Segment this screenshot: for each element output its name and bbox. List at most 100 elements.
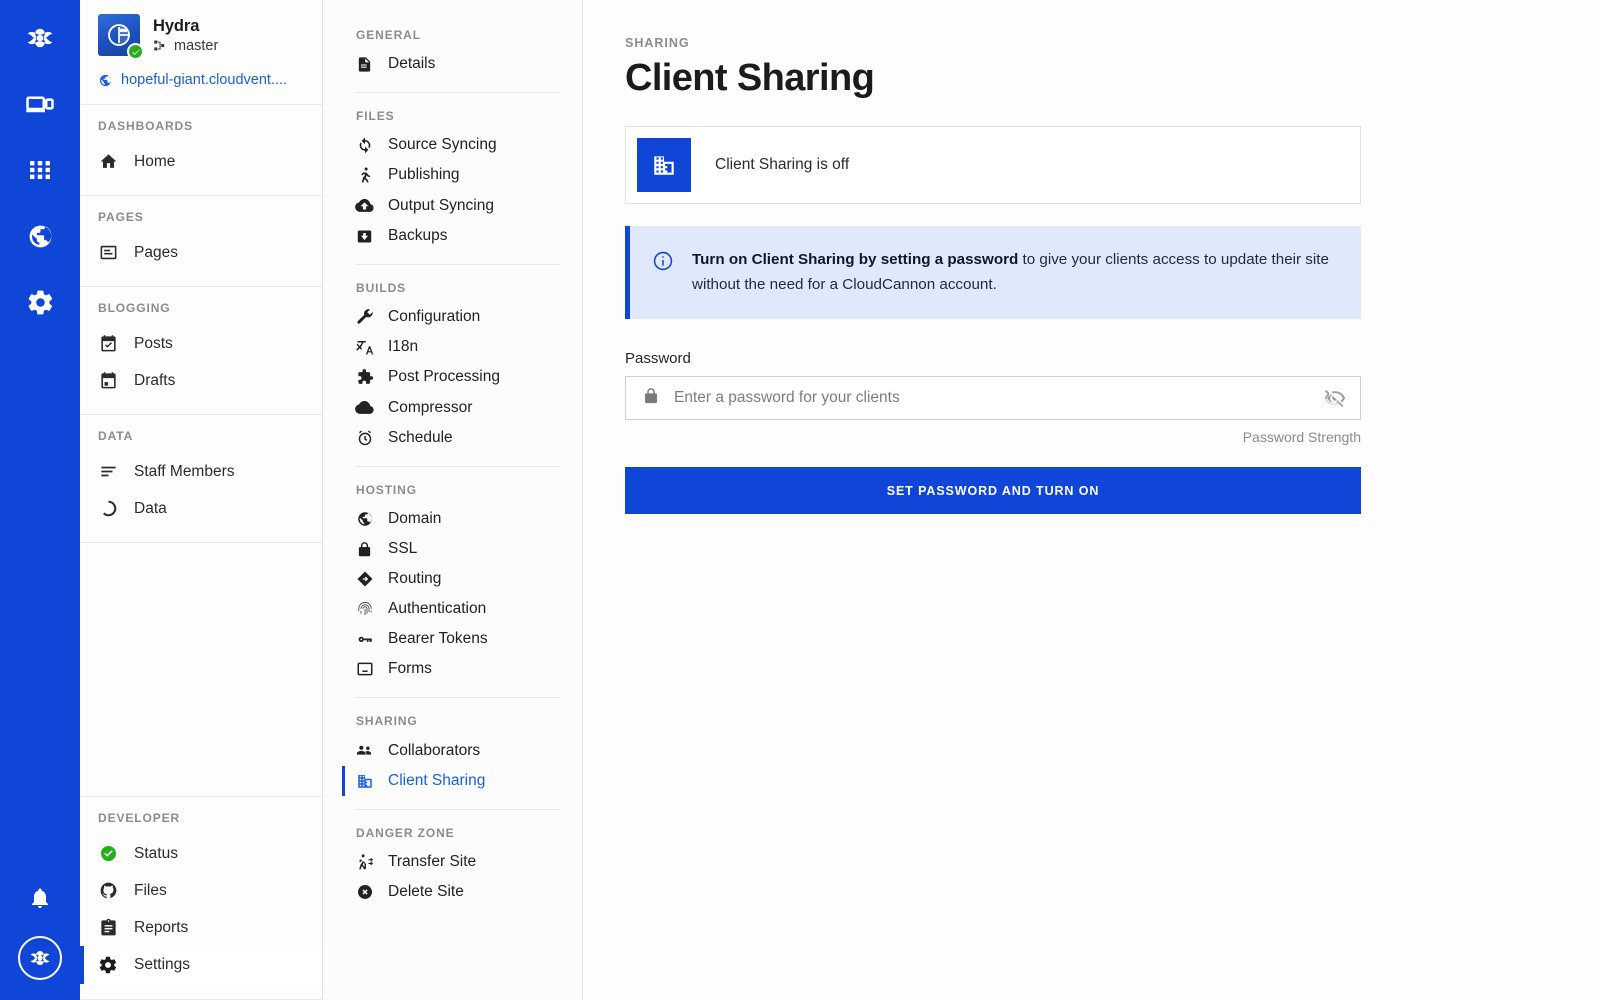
rail-bottom-group (16, 874, 64, 986)
building-icon (637, 138, 691, 192)
password-input-wrap[interactable] (625, 376, 1361, 421)
settings-item-label: Forms (388, 660, 432, 677)
sidebar-item-label: Pages (134, 243, 178, 261)
site-url-link[interactable]: hopeful-giant.cloudvent.... (98, 72, 304, 88)
settings-item-label: Transfer Site (388, 853, 477, 870)
people-icon (355, 741, 374, 760)
site-identity[interactable]: Hydra master (98, 14, 304, 60)
info-circle-icon (652, 248, 674, 297)
settings-item-source-syncing[interactable]: Source Syncing (342, 130, 560, 160)
main-content: SHARING Client Sharing Client Sharing is… (583, 0, 1600, 1000)
settings-item-schedule[interactable]: Schedule (342, 423, 560, 453)
sidebar-item-data[interactable]: Data (80, 490, 322, 527)
settings-item-label: Bearer Tokens (388, 630, 488, 647)
password-input[interactable] (674, 389, 1316, 408)
settings-item-publishing[interactable]: Publishing (342, 160, 560, 190)
building-icon (355, 772, 374, 790)
settings-item-ssl[interactable]: SSL (342, 534, 560, 564)
settings-item-client-sharing[interactable]: Client Sharing (342, 766, 560, 796)
sidebar-item-drafts[interactable]: Drafts (80, 362, 322, 399)
settings-item-transfer-site[interactable]: Transfer Site (342, 847, 560, 877)
sidebar-group-data: DATA Staff Members Data (80, 415, 322, 543)
sidebar-item-settings[interactable]: Settings (80, 946, 322, 984)
bell-icon[interactable] (16, 874, 64, 922)
settings-item-post-processing[interactable]: Post Processing (342, 362, 560, 392)
list-lines-icon (98, 462, 118, 481)
translate-icon (355, 338, 374, 356)
settings-item-collaborators[interactable]: Collaborators (342, 735, 560, 766)
settings-item-compressor[interactable]: Compressor (342, 392, 560, 423)
settings-group-title: SHARING (356, 714, 418, 728)
settings-item-backups[interactable]: Backups (342, 221, 560, 251)
info-banner: Turn on Client Sharing by setting a pass… (625, 226, 1361, 320)
site-branch-label: master (174, 37, 219, 54)
site-branch: master (153, 38, 218, 54)
routing-icon (355, 570, 374, 588)
settings-item-delete-site[interactable]: Delete Site (342, 877, 560, 907)
key-icon (355, 630, 374, 648)
settings-item-output-syncing[interactable]: Output Syncing (342, 190, 560, 221)
delete-circle-x-icon (355, 883, 374, 901)
settings-item-label: Delete Site (388, 883, 464, 900)
settings-item-bearer-tokens[interactable]: Bearer Tokens (342, 624, 560, 654)
settings-group-title: GENERAL (356, 28, 421, 42)
sidebar-group-title: DATA (98, 429, 134, 443)
cloudcannon-logo-icon[interactable] (16, 14, 64, 62)
sidebar-item-reports[interactable]: Reports (80, 909, 322, 946)
sidebar-item-home[interactable]: Home (80, 143, 322, 180)
page-icon (98, 243, 118, 262)
puzzle-icon (355, 368, 374, 386)
forms-inbox-icon (355, 660, 374, 678)
user-avatar[interactable] (18, 936, 62, 980)
settings-group-title: BUILDS (356, 281, 407, 295)
sidebar-item-files[interactable]: Files (80, 872, 322, 909)
settings-item-configuration[interactable]: Configuration (342, 302, 560, 332)
site-name: Hydra (153, 16, 200, 35)
sidebar-item-staff-members[interactable]: Staff Members (80, 453, 322, 490)
lock-icon (642, 387, 660, 410)
sidebar-group-title: BLOGGING (98, 301, 171, 315)
gear-icon[interactable] (16, 278, 64, 326)
status-card-text: Client Sharing is off (715, 156, 850, 173)
settings-item-label: I18n (388, 338, 419, 355)
password-strength-label: Password Strength (1242, 429, 1361, 446)
settings-item-authentication[interactable]: Authentication (342, 594, 560, 624)
site-url-label: hopeful-giant.cloudvent.... (121, 72, 288, 88)
globe-icon[interactable] (16, 212, 64, 260)
fingerprint-icon (355, 600, 374, 618)
apps-grid-icon[interactable] (16, 146, 64, 194)
sidebar-group-pages: PAGES Pages (80, 196, 322, 287)
globe-icon (355, 510, 374, 528)
sidebar-item-status[interactable]: Status (80, 835, 322, 872)
sync-icon (355, 136, 374, 154)
status-card: Client Sharing is off (625, 126, 1361, 204)
settings-item-i18n[interactable]: I18n (342, 332, 560, 362)
settings-item-label: Publishing (388, 166, 460, 183)
settings-item-domain[interactable]: Domain (342, 504, 560, 534)
site-sidebar: Hydra master hopeful-giant.cloudvent....… (80, 0, 323, 1000)
alarm-clock-icon (355, 429, 374, 447)
settings-item-details[interactable]: Details (342, 49, 560, 79)
eye-off-icon[interactable] (1316, 387, 1346, 409)
sidebar-item-posts[interactable]: Posts (80, 325, 322, 362)
settings-item-routing[interactable]: Routing (342, 564, 560, 594)
globe-icon (99, 74, 112, 86)
info-banner-text: Turn on Client Sharing by setting a pass… (692, 248, 1335, 297)
sidebar-item-label: Staff Members (134, 462, 235, 480)
site-logo-icon (98, 14, 144, 60)
settings-item-label: Details (388, 55, 436, 72)
settings-item-label: Output Syncing (388, 196, 494, 214)
gear-icon (98, 955, 118, 975)
home-icon (98, 152, 118, 171)
settings-group-files: FILES Source Syncing Publishing Output S… (355, 93, 560, 265)
clipboard-icon (98, 918, 118, 937)
settings-item-forms[interactable]: Forms (342, 654, 560, 684)
set-password-and-turn-on-button[interactable]: SET PASSWORD AND TURN ON (625, 467, 1361, 515)
settings-group-title: HOSTING (356, 483, 417, 497)
branch-icon (154, 40, 165, 51)
sidebar-item-pages[interactable]: Pages (80, 234, 322, 271)
preview-device-icon[interactable] (16, 80, 64, 128)
sidebar-item-label: Drafts (134, 371, 176, 389)
settings-item-label: Domain (388, 510, 442, 527)
settings-item-label: SSL (388, 540, 418, 557)
